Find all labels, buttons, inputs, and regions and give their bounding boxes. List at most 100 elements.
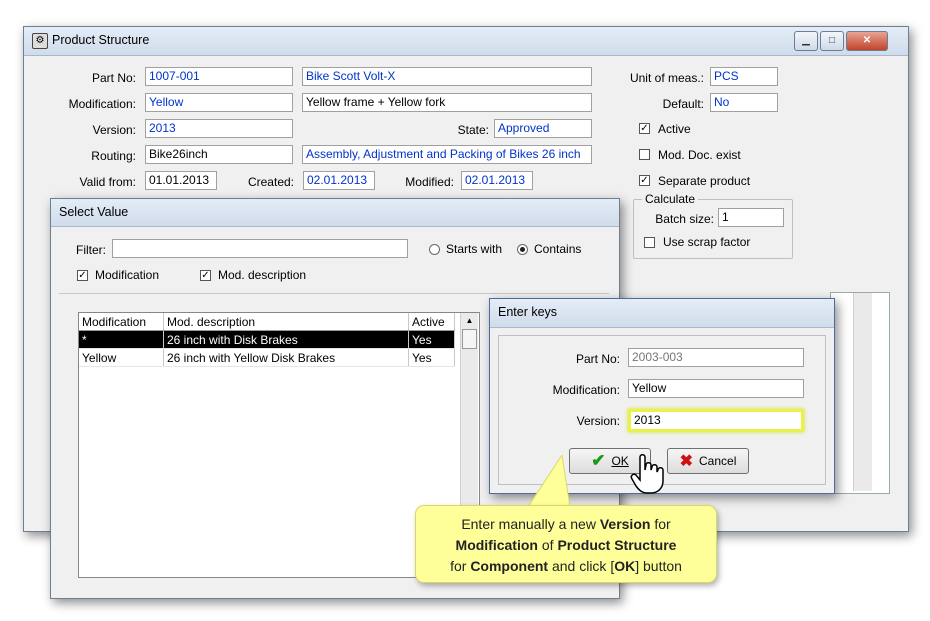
cancel-button-label: Cancel xyxy=(699,454,737,468)
filter-label: Filter: xyxy=(76,243,106,257)
modification-desc-field[interactable]: Yellow frame + Yellow fork xyxy=(302,93,592,112)
mod-desc-filter-checkbox[interactable]: ✓ xyxy=(200,270,211,281)
checkmark-icon: ✔ xyxy=(591,451,606,470)
routing-label: Routing: xyxy=(91,149,136,163)
callout-line-3: for Component and click [OK] button xyxy=(416,556,716,577)
scrap-factor-checkbox[interactable] xyxy=(644,237,655,248)
modification-field[interactable]: Yellow xyxy=(145,93,293,112)
components-grid[interactable] xyxy=(830,292,890,494)
routing-desc-field[interactable]: Assembly, Adjustment and Packing of Bike… xyxy=(302,145,592,164)
ek-modification-label: Modification: xyxy=(552,383,620,397)
modified-label: Modified: xyxy=(405,175,454,189)
divider xyxy=(59,293,609,294)
callout-text: and click [ xyxy=(548,558,615,574)
select-value-title-bar[interactable]: Select Value xyxy=(51,199,619,227)
enter-keys-title-bar[interactable]: Enter keys xyxy=(490,299,834,328)
components-grid-scrollbar[interactable] xyxy=(853,293,872,491)
state-label: State: xyxy=(457,123,489,137)
part-desc-field[interactable]: Bike Scott Volt-X xyxy=(302,67,592,86)
contains-radio[interactable] xyxy=(517,244,528,255)
minimize-button[interactable]: ▁ xyxy=(794,31,818,51)
maximize-button[interactable]: □ xyxy=(820,31,844,51)
state-field[interactable]: Approved xyxy=(494,119,592,138)
mod-desc-filter-label: Mod. description xyxy=(218,268,307,282)
separate-product-checkbox[interactable]: ✓ xyxy=(639,175,650,186)
modified-field[interactable]: 02.01.2013 xyxy=(461,171,533,190)
callout-line-1: Enter manually a new Version for xyxy=(416,514,716,535)
active-checkbox[interactable]: ✓ xyxy=(639,123,650,134)
version-field[interactable]: 2013 xyxy=(145,119,293,138)
scroll-up-arrow-icon[interactable]: ▲ xyxy=(461,316,478,325)
valid-from-label: Valid from: xyxy=(79,175,136,189)
created-label: Created: xyxy=(247,175,294,189)
callout-text: Enter manually a new xyxy=(461,516,600,532)
batch-size-field[interactable]: 1 xyxy=(718,208,784,227)
callout-bold: OK xyxy=(614,558,636,574)
ek-part-no-label: Part No: xyxy=(575,352,620,366)
table-header: Modification Mod. description Active xyxy=(79,313,455,331)
ek-version-label: Version: xyxy=(576,414,620,428)
table-row[interactable]: Yellow 26 inch with Yellow Disk Brakes Y… xyxy=(79,348,455,367)
contains-label: Contains xyxy=(534,242,582,256)
created-field[interactable]: 02.01.2013 xyxy=(303,171,375,190)
app-icon: ⚙ xyxy=(32,33,48,49)
mod-doc-label: Mod. Doc. exist xyxy=(658,148,741,162)
mod-doc-checkbox[interactable] xyxy=(639,149,650,160)
cell-active: Yes xyxy=(408,330,455,349)
callout-bold: Component xyxy=(470,558,549,574)
modification-label: Modification: xyxy=(68,97,136,111)
routing-field[interactable]: Bike26inch xyxy=(145,145,293,164)
filter-input[interactable] xyxy=(112,239,408,258)
instruction-callout: Enter manually a new Version for Modific… xyxy=(415,505,717,583)
valid-from-field[interactable]: 01.01.2013 xyxy=(145,171,217,190)
ek-part-no-field: 2003-003 xyxy=(628,348,804,367)
contains-radio-dot xyxy=(520,247,525,252)
title-bar[interactable]: ⚙ Product Structure ▁ □ ✕ xyxy=(24,27,908,56)
part-no-field[interactable]: 1007-001 xyxy=(145,67,293,86)
scroll-thumb[interactable] xyxy=(462,329,477,349)
column-header-modification[interactable]: Modification xyxy=(79,313,164,331)
select-value-title: Select Value xyxy=(59,205,129,219)
x-icon: ✖ xyxy=(679,453,694,470)
starts-with-radio[interactable] xyxy=(429,244,440,255)
table-row[interactable]: * 26 inch with Disk Brakes Yes xyxy=(79,330,455,349)
callout-line-2: Modification of Product Structure xyxy=(416,535,716,556)
callout-bold: Modification xyxy=(455,537,538,553)
batch-size-label: Batch size: xyxy=(655,212,714,226)
default-label: Default: xyxy=(662,97,704,111)
callout-bold: Version xyxy=(599,516,651,532)
cell-mod-description: 26 inch with Yellow Disk Brakes xyxy=(163,348,409,367)
callout-text: of xyxy=(537,537,558,553)
modification-filter-checkbox[interactable]: ✓ xyxy=(77,270,88,281)
cell-modification: * xyxy=(79,330,164,349)
version-label: Version: xyxy=(92,123,136,137)
cell-mod-description: 26 inch with Disk Brakes xyxy=(163,330,409,349)
starts-with-label: Starts with xyxy=(446,242,503,256)
calculate-group-title: Calculate xyxy=(642,192,699,206)
ek-version-field[interactable]: 2013 xyxy=(628,409,804,432)
column-header-active[interactable]: Active xyxy=(408,313,455,331)
active-label: Active xyxy=(658,122,691,136)
uom-field[interactable]: PCS xyxy=(710,67,778,86)
callout-text: for xyxy=(650,516,671,532)
hand-cursor-icon xyxy=(630,454,664,494)
cell-active: Yes xyxy=(408,348,455,367)
cell-modification: Yellow xyxy=(79,348,164,367)
enter-keys-title: Enter keys xyxy=(498,305,558,319)
part-no-label: Part No: xyxy=(91,71,136,85)
close-button[interactable]: ✕ xyxy=(846,31,888,51)
uom-label: Unit of meas.: xyxy=(629,71,704,85)
callout-bold: Product Structure xyxy=(557,537,677,553)
ek-modification-field[interactable]: Yellow xyxy=(628,379,804,398)
window-title: Product Structure xyxy=(52,33,150,47)
modification-filter-label: Modification xyxy=(95,268,160,282)
column-header-mod-description[interactable]: Mod. description xyxy=(163,313,409,331)
default-field[interactable]: No xyxy=(710,93,778,112)
callout-pointer xyxy=(527,455,571,508)
callout-text: for xyxy=(450,558,471,574)
scrap-factor-label: Use scrap factor xyxy=(663,235,751,249)
ok-button-label: OK xyxy=(611,454,629,468)
separate-product-label: Separate product xyxy=(658,174,751,188)
values-table: Modification Mod. description Active * 2… xyxy=(79,313,455,367)
cancel-button[interactable]: ✖ Cancel xyxy=(667,448,749,474)
